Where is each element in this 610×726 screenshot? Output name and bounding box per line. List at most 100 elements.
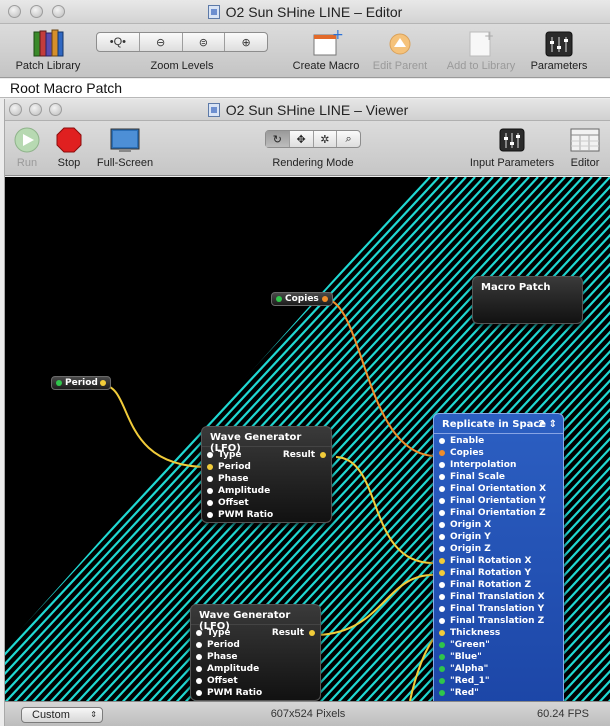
port-row: Final Rotation Y — [434, 568, 563, 580]
rotate-icon[interactable]: ↻ — [266, 131, 290, 147]
port-row: Period — [191, 640, 320, 652]
input-port[interactable] — [439, 546, 445, 552]
viewer-title-bar: O2 Sun SHine LINE – Viewer — [5, 99, 610, 121]
input-port-label: Final Translation Y — [450, 604, 545, 614]
input-port[interactable] — [196, 666, 202, 672]
bug-icon[interactable]: ✲ — [314, 131, 338, 147]
output-port[interactable] — [309, 630, 315, 636]
viewer-window: O2 Sun SHine LINE – Viewer Run Stop Full… — [4, 99, 610, 726]
input-port[interactable] — [439, 534, 445, 540]
input-port[interactable] — [439, 450, 445, 456]
full-screen-button[interactable]: Full-Screen — [91, 127, 159, 169]
add-to-library-button[interactable]: + Add to Library — [440, 28, 522, 72]
port-row: "Green" — [434, 640, 563, 652]
input-port[interactable] — [439, 690, 445, 696]
zoom-out-icon[interactable]: ⊖ — [140, 33, 183, 51]
macro-patch-title: Macro Patch — [481, 282, 551, 293]
input-port[interactable] — [439, 630, 445, 636]
period-out-port[interactable] — [100, 380, 106, 386]
run-button[interactable]: Run — [7, 127, 47, 169]
input-port[interactable] — [439, 678, 445, 684]
port-row: Final Orientation Y — [434, 496, 563, 508]
input-port[interactable] — [196, 642, 202, 648]
port-row: Origin X — [434, 520, 563, 532]
input-port[interactable] — [207, 464, 213, 470]
input-port[interactable] — [207, 488, 213, 494]
output-port[interactable] — [320, 452, 326, 458]
input-port[interactable] — [207, 476, 213, 482]
magnify-icon[interactable]: ⌕ — [337, 131, 360, 147]
input-parameters-label: Input Parameters — [469, 157, 555, 169]
editor-toolbar: Patch Library •Q• ⊖ ⊜ ⊕ Zoom Levels + Cr… — [0, 24, 610, 78]
input-port[interactable] — [196, 654, 202, 660]
input-port-label: Final Orientation X — [450, 484, 547, 494]
input-port[interactable] — [439, 510, 445, 516]
input-port[interactable] — [439, 582, 445, 588]
port-row: Thickness — [434, 628, 563, 640]
breadcrumb-root[interactable]: Root Macro Patch — [10, 80, 122, 96]
render-line — [5, 177, 8, 701]
input-port-label: "Blue" — [450, 652, 482, 662]
input-port[interactable] — [207, 512, 213, 518]
parameters-button[interactable]: Parameters — [526, 28, 592, 72]
input-port[interactable] — [439, 522, 445, 528]
port-row: "Red_1" — [434, 676, 563, 688]
period-in-port[interactable] — [56, 380, 62, 386]
port-row: Period — [202, 462, 331, 474]
run-icon — [14, 127, 40, 153]
input-port[interactable] — [439, 462, 445, 468]
input-port[interactable] — [439, 498, 445, 504]
render-line — [5, 177, 161, 701]
port-row: Origin Y — [434, 532, 563, 544]
input-port[interactable] — [439, 594, 445, 600]
replicate-badge[interactable]: 2 ⇕ — [538, 419, 557, 430]
period-node[interactable]: Period — [51, 376, 111, 390]
render-line — [5, 177, 143, 701]
input-port[interactable] — [439, 486, 445, 492]
input-parameters-button[interactable]: Input Parameters — [463, 127, 561, 169]
wave-generator-node-2[interactable]: Wave Generator (LFO) Type Result Period Pha… — [190, 604, 321, 701]
input-port-label: Final Rotation Z — [450, 580, 532, 590]
wave-generator-1-ports: Type Result Period Phase Amplitude Offset PWM … — [202, 447, 331, 522]
rendering-mode-control[interactable]: ↻ ✥ ✲ ⌕ — [265, 130, 361, 148]
input-port[interactable] — [439, 558, 445, 564]
replicate-in-space-node[interactable]: Replicate in Space 2 ⇕ Enable Copies Inter… — [433, 413, 564, 701]
edit-parent-button[interactable]: Edit Parent — [368, 28, 432, 72]
port-row: Final Translation Y — [434, 604, 563, 616]
input-port[interactable] — [439, 438, 445, 444]
patch-library-button[interactable]: Patch Library — [6, 28, 90, 72]
stop-button[interactable]: Stop — [49, 127, 89, 169]
output-port-label: Result — [282, 450, 315, 460]
copies-out-port[interactable] — [322, 296, 328, 302]
copies-node[interactable]: Copies — [271, 292, 333, 306]
input-port[interactable] — [439, 618, 445, 624]
input-port[interactable] — [196, 690, 202, 696]
input-port[interactable] — [439, 666, 445, 672]
svg-text:+: + — [484, 29, 494, 43]
macro-patch-node[interactable]: Macro Patch — [472, 276, 583, 324]
move-icon[interactable]: ✥ — [290, 131, 314, 147]
zoom-in-icon[interactable]: ⊕ — [225, 33, 267, 51]
editor-button[interactable]: Editor — [563, 127, 607, 169]
input-port[interactable] — [207, 452, 213, 458]
port-row: Type Result — [202, 450, 331, 462]
input-port[interactable] — [196, 678, 202, 684]
zoom-fit-icon[interactable]: •Q• — [97, 33, 140, 51]
wave-generator-2-title: Wave Generator (LFO) — [191, 605, 320, 632]
input-port[interactable] — [207, 500, 213, 506]
input-port[interactable] — [439, 570, 445, 576]
input-port[interactable] — [196, 630, 202, 636]
input-port[interactable] — [439, 474, 445, 480]
wave-generator-node-1[interactable]: Wave Generator (LFO) Type Result Period Pha… — [201, 426, 332, 523]
input-port-label: Enable — [450, 436, 485, 446]
zoom-levels-control[interactable]: •Q• ⊖ ⊜ ⊕ — [96, 32, 268, 52]
input-port[interactable] — [439, 642, 445, 648]
zoom-actual-icon[interactable]: ⊜ — [183, 33, 226, 51]
copies-in-port[interactable] — [276, 296, 282, 302]
input-port-label: Amplitude — [207, 664, 260, 674]
viewer-canvas[interactable]: Copies Period Macro Patch Wave Generator… — [5, 177, 610, 701]
create-macro-button[interactable]: + Create Macro — [288, 27, 364, 72]
input-port[interactable] — [439, 654, 445, 660]
input-port[interactable] — [439, 606, 445, 612]
replicate-ports: Enable Copies Interpolation Final Scale Fina… — [434, 434, 563, 700]
